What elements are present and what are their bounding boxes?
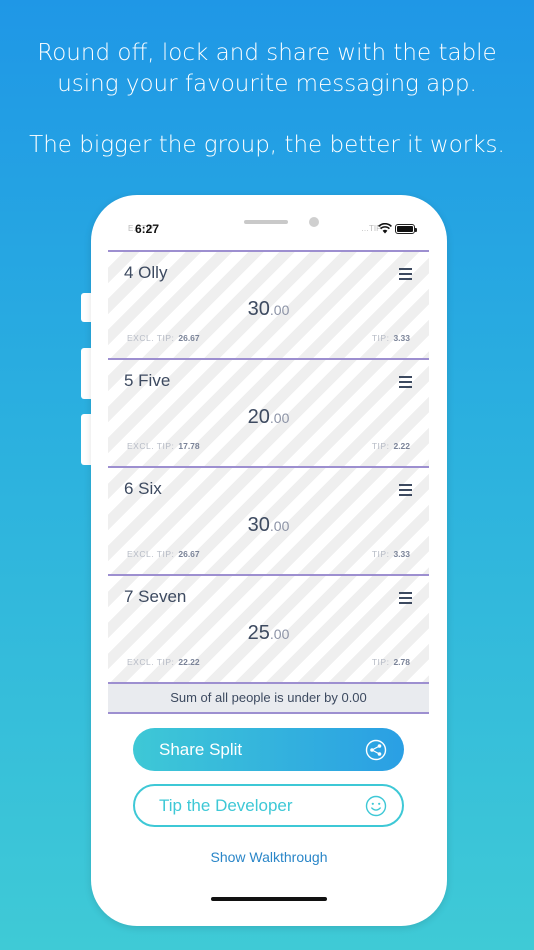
- amount-whole: 30: [247, 298, 270, 320]
- tip-value: 2.22: [393, 441, 410, 451]
- person-name: 5 Five: [124, 371, 171, 390]
- caption-line-2: using your favourite messaging app.: [57, 71, 477, 97]
- tip-amount: TIP: 2.22: [372, 441, 410, 451]
- excl-tip-value: 26.67: [178, 333, 200, 343]
- person-amount: 30.00: [108, 298, 429, 321]
- person-amount: 25.00: [108, 622, 429, 645]
- tip-developer-button[interactable]: Tip the Developer: [133, 784, 404, 827]
- smiley-icon: [365, 795, 387, 817]
- people-list: 4 Olly 30.00 EXCL. TIP: 26.67 TIP: 3.33 5 …: [108, 250, 429, 714]
- phone-frame: E…TIP: 6:27 …TIP 4 Olly 30.00 EXCL. TIP:…: [91, 195, 447, 926]
- share-icon: [365, 739, 387, 761]
- status-time: 6:27: [135, 222, 160, 236]
- show-walkthrough-link[interactable]: Show Walkthrough: [91, 849, 447, 865]
- tip-label: TIP:: [371, 549, 390, 559]
- wifi-icon: [378, 223, 392, 234]
- excl-tip: EXCL. TIP: 26.67: [127, 333, 200, 343]
- hamburger-menu-icon[interactable]: [399, 484, 412, 496]
- amount-whole: 30: [247, 514, 270, 536]
- excl-tip-value: 17.78: [178, 441, 200, 451]
- excl-tip: EXCL. TIP: 26.67: [127, 549, 200, 559]
- person-amount: 30.00: [108, 514, 429, 537]
- amount-cents: .00: [269, 518, 290, 534]
- person-row[interactable]: 4 Olly 30.00 EXCL. TIP: 26.67 TIP: 3.33: [108, 250, 429, 358]
- sum-status-bar: Sum of all people is under by 0.00: [108, 682, 429, 714]
- hamburger-menu-icon[interactable]: [399, 592, 412, 604]
- excl-tip-label: EXCL. TIP:: [127, 333, 175, 343]
- person-row[interactable]: 6 Six 30.00 EXCL. TIP: 26.67 TIP: 3.33: [108, 466, 429, 574]
- excl-tip-value: 22.22: [178, 657, 200, 667]
- tip-label: TIP:: [371, 333, 390, 343]
- status-bar: E…TIP: 6:27 …TIP: [91, 195, 447, 250]
- tip-amount: TIP: 3.33: [372, 333, 410, 343]
- excl-tip-label: EXCL. TIP:: [127, 657, 175, 667]
- battery-icon: [395, 224, 417, 234]
- excl-tip-label: EXCL. TIP:: [127, 441, 175, 451]
- hamburger-menu-icon[interactable]: [399, 376, 412, 388]
- tip-value: 2.78: [393, 657, 410, 667]
- excl-tip: EXCL. TIP: 17.78: [127, 441, 200, 451]
- speaker-grille: [244, 220, 288, 224]
- share-split-label: Share Split: [159, 740, 243, 759]
- person-name: 7 Seven: [124, 587, 187, 606]
- caption-top: Round off, lock and share with the table…: [0, 38, 534, 100]
- home-indicator[interactable]: [211, 897, 327, 901]
- amount-whole: 20: [247, 406, 270, 428]
- person-name: 6 Six: [124, 479, 162, 498]
- tip-amount: TIP: 3.33: [372, 549, 410, 559]
- amount-cents: .00: [269, 626, 290, 642]
- excl-tip-label: EXCL. TIP:: [127, 549, 175, 559]
- front-camera: [309, 217, 319, 227]
- hamburger-menu-icon[interactable]: [399, 268, 412, 280]
- tip-value: 3.33: [393, 549, 410, 559]
- amount-cents: .00: [269, 302, 290, 318]
- tip-label: TIP:: [371, 657, 390, 667]
- person-row[interactable]: 5 Five 20.00 EXCL. TIP: 17.78 TIP: 2.22: [108, 358, 429, 466]
- tip-value: 3.33: [393, 333, 410, 343]
- person-name: 4 Olly: [124, 263, 168, 282]
- caption-bottom: The bigger the group, the better it work…: [29, 132, 505, 158]
- excl-tip: EXCL. TIP: 22.22: [127, 657, 200, 667]
- amount-cents: .00: [269, 410, 290, 426]
- tip-amount: TIP: 2.78: [372, 657, 410, 667]
- excl-tip-value: 26.67: [178, 549, 200, 559]
- person-amount: 20.00: [108, 406, 429, 429]
- tip-label: TIP:: [371, 441, 390, 451]
- person-row[interactable]: 7 Seven 25.00 EXCL. TIP: 22.22 TIP: 2.78: [108, 574, 429, 682]
- caption-line-1: Round off, lock and share with the table: [37, 40, 497, 66]
- tip-developer-label: Tip the Developer: [159, 796, 293, 815]
- amount-whole: 25: [247, 622, 270, 644]
- share-split-button[interactable]: Share Split: [133, 728, 404, 771]
